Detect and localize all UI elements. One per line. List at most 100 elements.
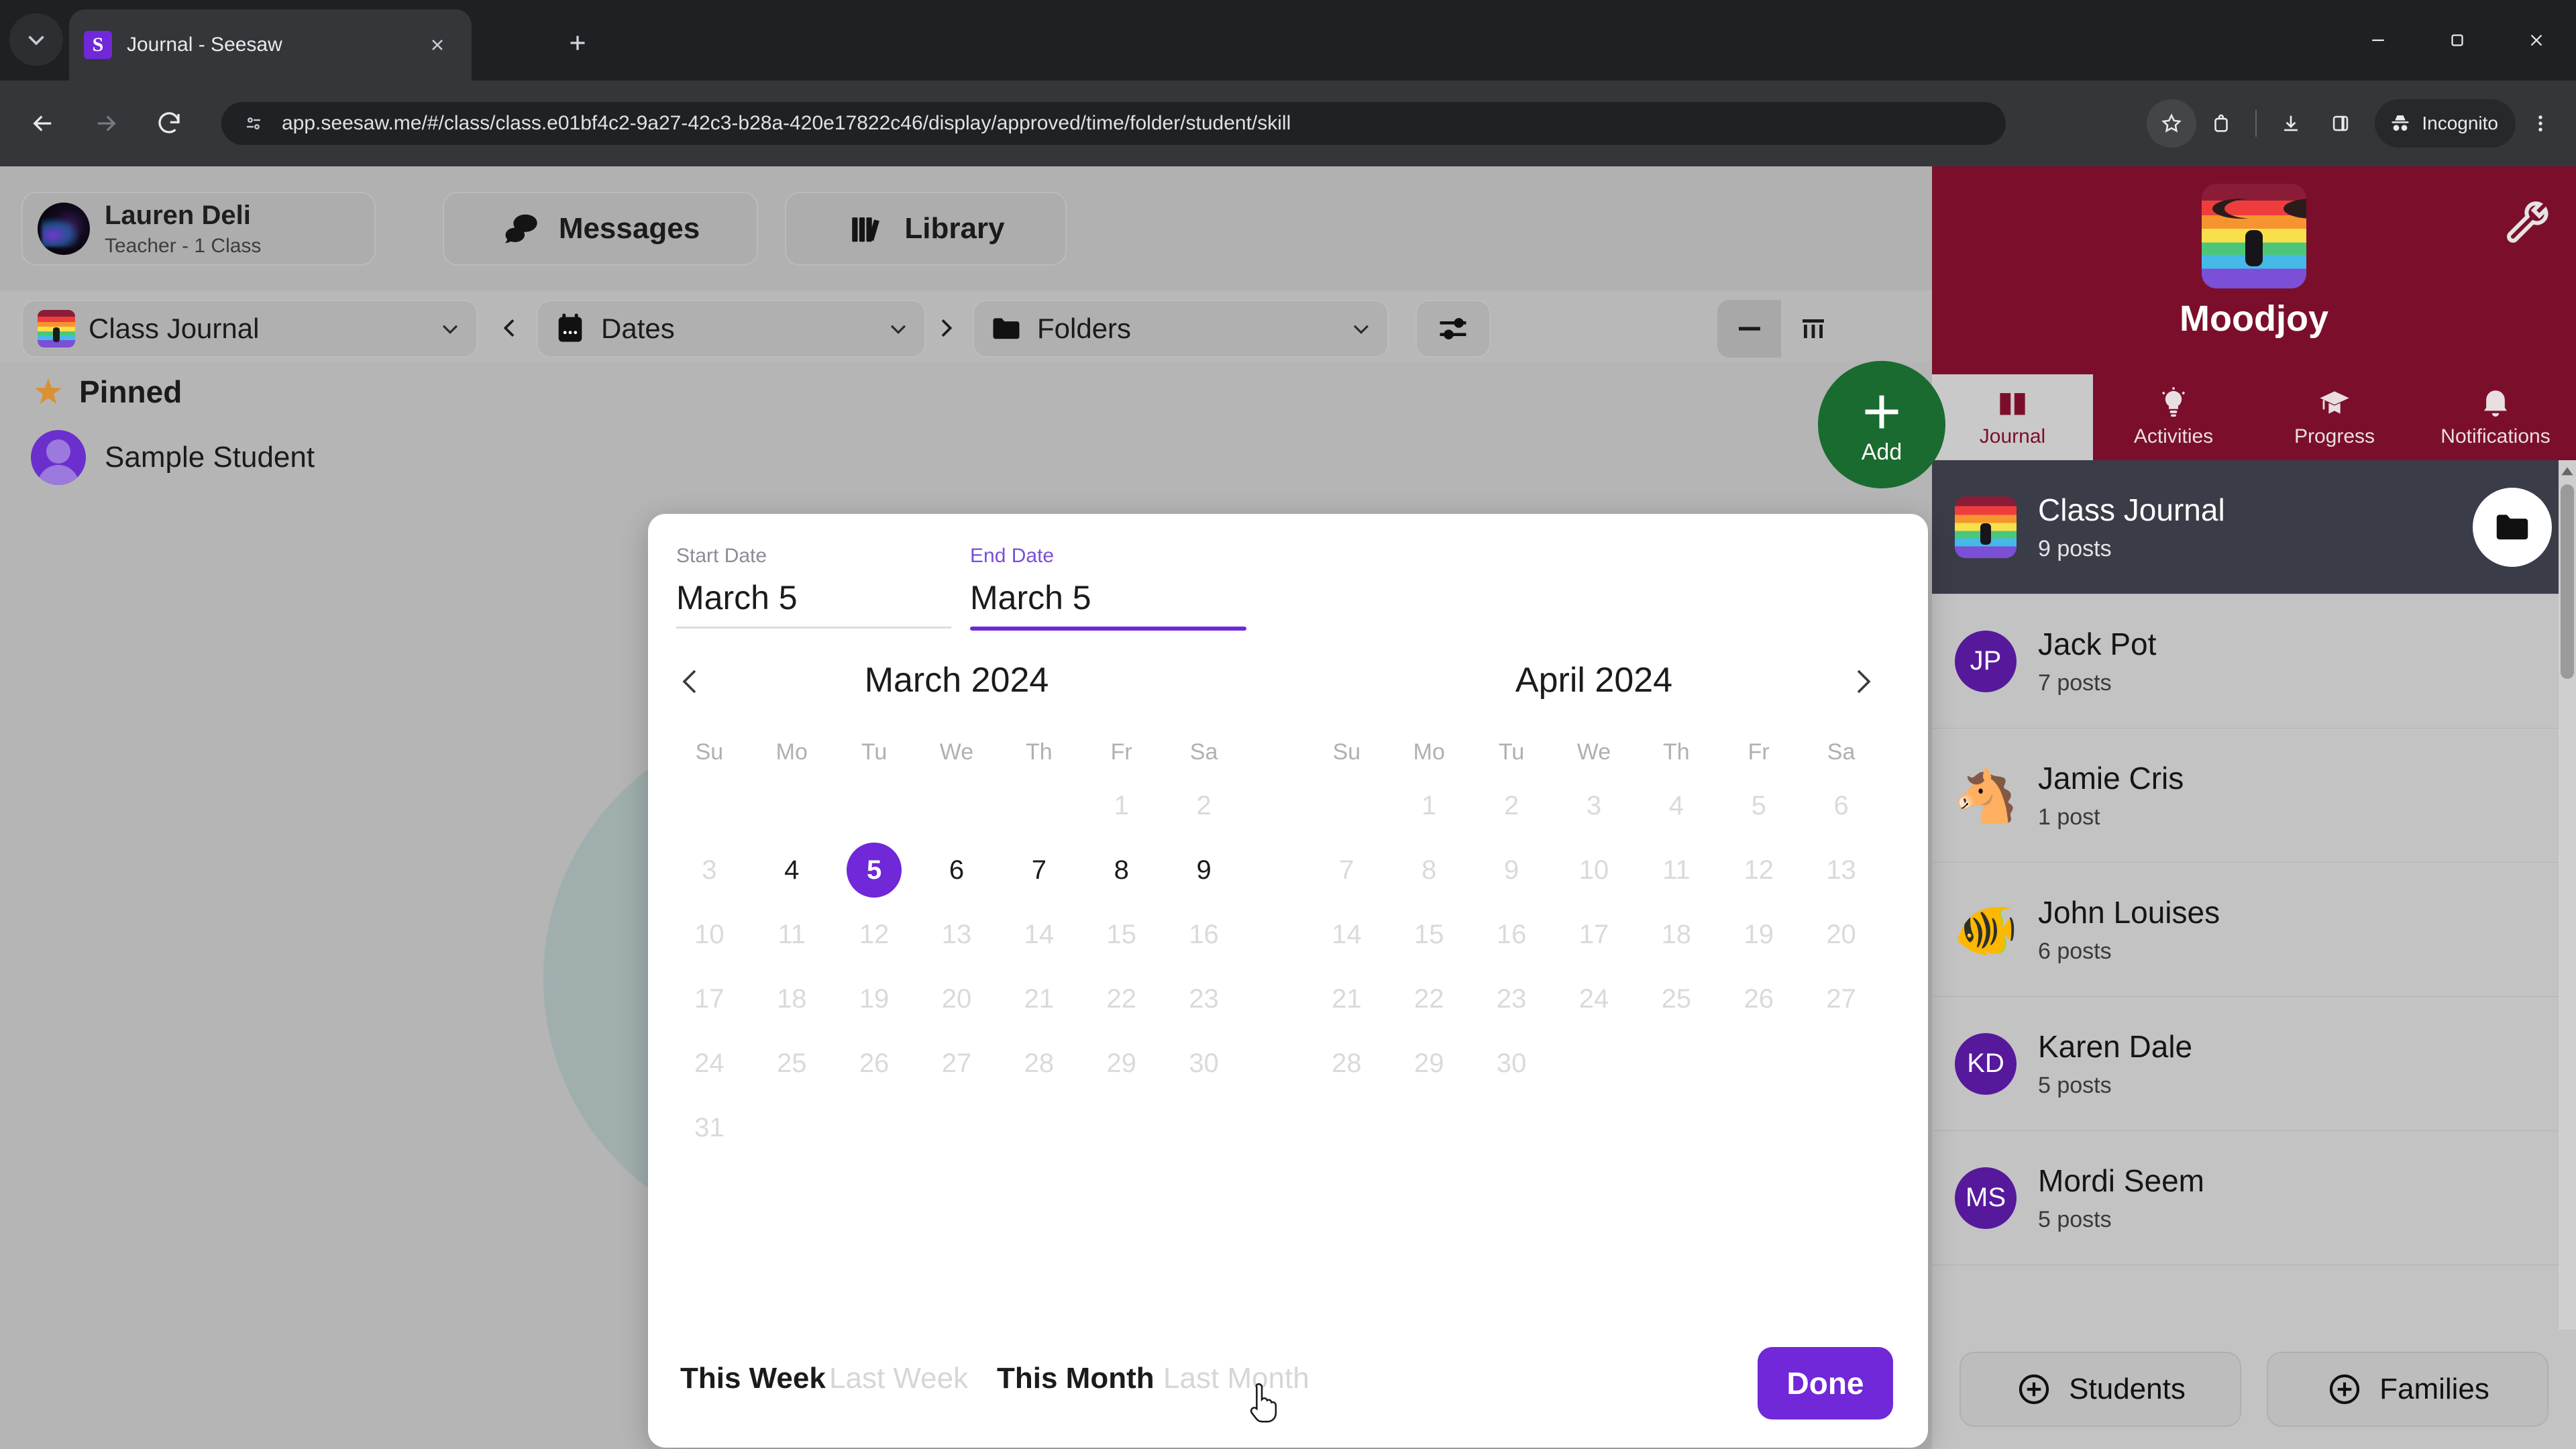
tab-notifications[interactable]: Notifications <box>2415 374 2576 460</box>
tab-search-button[interactable] <box>9 13 63 66</box>
back-button[interactable] <box>20 101 66 146</box>
filter-prev-button[interactable] <box>496 315 523 341</box>
quick-range-this-week[interactable]: This Week <box>680 1362 826 1395</box>
lightbulb-icon <box>2156 386 2191 421</box>
journal-selector-label: Class Journal <box>89 313 260 344</box>
add-students-button[interactable]: Students <box>1960 1352 2241 1427</box>
plus-circle-icon <box>2019 1374 2049 1405</box>
calendar-day: 15 <box>1106 919 1136 949</box>
done-button[interactable]: Done <box>1758 1347 1893 1419</box>
calendar-day: 28 <box>1024 1048 1055 1078</box>
list-item[interactable]: JP Jack Pot 7 posts <box>1932 594 2576 729</box>
filter-settings-button[interactable] <box>1415 300 1491 358</box>
side-panel-icon[interactable] <box>2316 99 2365 148</box>
list-item[interactable]: 🐠 John Louises 6 posts <box>1932 863 2576 997</box>
site-settings-icon[interactable] <box>239 109 268 138</box>
close-icon[interactable] <box>418 25 457 64</box>
list-view-button[interactable] <box>1717 300 1781 358</box>
folders-filter-label: Folders <box>1037 313 1132 344</box>
scrollbar-thumb[interactable] <box>2561 484 2574 679</box>
avatar-initials: JP <box>1955 630 2017 692</box>
class-settings-button[interactable] <box>2505 201 2553 250</box>
calendar-day: 26 <box>859 1048 890 1078</box>
add-families-button[interactable]: Families <box>2267 1352 2548 1427</box>
dow-label: Mo <box>775 739 808 765</box>
quick-range-this-month[interactable]: This Month <box>997 1362 1155 1395</box>
teacher-profile-button[interactable]: Lauren Deli Teacher - 1 Class <box>21 192 376 266</box>
start-date-field[interactable]: Start Date March 5 <box>676 545 951 629</box>
calendar-day[interactable]: 8 <box>1080 838 1163 902</box>
dow-label: Tu <box>861 739 888 765</box>
add-button-label: Add <box>1861 439 1902 465</box>
roster-scrollbar[interactable] <box>2559 460 2576 1426</box>
plus-icon <box>570 36 585 50</box>
calendar-day: 12 <box>859 919 890 949</box>
calendar-day: 8 <box>1421 855 1437 885</box>
calendar-header: April 2024 <box>1305 660 1882 727</box>
avatar-initials: KD <box>1955 1032 2017 1095</box>
close-window-button[interactable] <box>2497 0 2576 80</box>
list-item-text: John Louises 6 posts <box>2038 894 2576 966</box>
tab-activities[interactable]: Activities <box>2093 374 2254 460</box>
minimize-button[interactable] <box>2339 0 2418 80</box>
browser-tab[interactable]: S Journal - Seesaw <box>69 9 472 80</box>
calendar-day[interactable]: 5 <box>833 838 916 902</box>
library-button[interactable]: Library <box>785 192 1067 266</box>
next-month-button[interactable] <box>1846 665 1878 698</box>
scroll-up-icon[interactable] <box>2559 463 2576 480</box>
add-button[interactable]: Add <box>1818 361 1945 488</box>
extensions-icon[interactable] <box>2196 99 2246 148</box>
list-item[interactable]: MS Mordi Seem 5 posts <box>1932 1131 2576 1265</box>
list-item[interactable]: KD Karen Dale 5 posts <box>1932 997 2576 1131</box>
reload-icon <box>158 112 180 133</box>
filter-next-button[interactable] <box>932 315 959 341</box>
list-item-post-count: 6 posts <box>2038 938 2112 964</box>
page-content: Lauren Deli Teacher - 1 Class Messages L… <box>0 166 2576 1449</box>
maximize-icon <box>2451 34 2463 46</box>
quick-range-last-month[interactable]: Last Month <box>1163 1362 1309 1395</box>
list-item[interactable]: Class Journal 9 posts <box>1932 460 2576 594</box>
journal-selector[interactable]: Class Journal <box>21 300 478 358</box>
calendar-day: 25 <box>777 1048 807 1078</box>
grid-view-button[interactable] <box>1781 300 1845 358</box>
quick-range-last-week[interactable]: Last Week <box>829 1362 968 1395</box>
close-icon <box>2530 34 2542 46</box>
more-menu-icon[interactable] <box>2516 99 2565 148</box>
bookmark-star-icon[interactable] <box>2147 99 2197 148</box>
address-bar[interactable]: app.seesaw.me/#/class/class.e01bf4c2-9a2… <box>221 102 2006 145</box>
tab-journal[interactable]: Journal <box>1932 374 2093 460</box>
incognito-indicator[interactable]: Incognito <box>2375 99 2516 148</box>
avatar: KD <box>1955 1032 2017 1095</box>
list-item[interactable]: 🐴 Jamie Cris 1 post <box>1932 729 2576 863</box>
messages-button[interactable]: Messages <box>443 192 758 266</box>
calendar-day: 11 <box>777 919 806 949</box>
sidebar-tabs: Journal Activities Progress Notification… <box>1932 374 2576 460</box>
dates-filter-button[interactable]: Dates <box>537 300 926 358</box>
graduation-cap-icon <box>2317 386 2352 421</box>
reload-button[interactable] <box>146 101 192 146</box>
pinned-student-row[interactable]: Sample Student <box>31 430 315 485</box>
calendar-day-blank <box>998 773 1080 838</box>
forward-button[interactable] <box>83 101 129 146</box>
end-date-label: End Date <box>970 545 1055 567</box>
dow-label: Sa <box>1827 739 1856 765</box>
calendar-day[interactable]: 4 <box>751 838 833 902</box>
dow-label: We <box>1576 739 1611 765</box>
calendar-day[interactable]: 6 <box>916 838 998 902</box>
folder-button[interactable] <box>2473 487 2552 567</box>
tab-notifications-label: Notifications <box>2440 425 2551 447</box>
calendar-day: 29 <box>1106 1048 1136 1078</box>
calendar-day: 19 <box>1743 919 1774 949</box>
browser-toolbar: app.seesaw.me/#/class/class.e01bf4c2-9a2… <box>0 80 2576 166</box>
star-icon <box>31 374 66 409</box>
calendar-day[interactable]: 7 <box>998 838 1080 902</box>
tab-progress[interactable]: Progress <box>2254 374 2415 460</box>
end-date-field[interactable]: End Date March 5 <box>970 545 1246 631</box>
dow-label: Mo <box>1413 739 1445 765</box>
maximize-button[interactable] <box>2418 0 2497 80</box>
calendar-day[interactable]: 9 <box>1163 838 1245 902</box>
calendar-day: 26 <box>1743 983 1774 1014</box>
downloads-icon[interactable] <box>2266 99 2316 148</box>
folders-filter-button[interactable]: Folders <box>973 300 1389 358</box>
new-tab-button[interactable] <box>553 19 602 67</box>
